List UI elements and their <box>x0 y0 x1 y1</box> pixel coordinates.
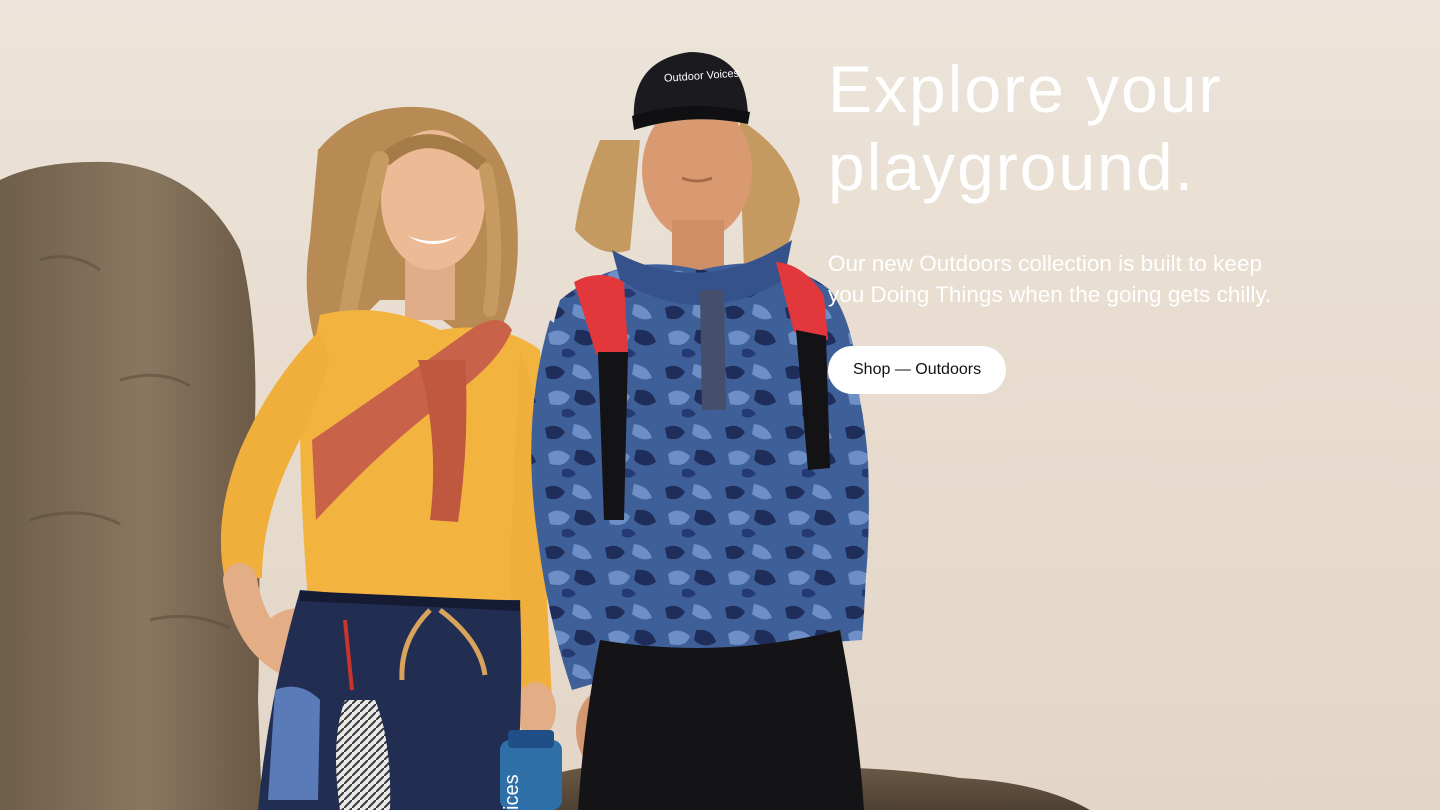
rock <box>0 161 262 810</box>
shop-outdoors-button[interactable]: Shop — Outdoors <box>828 346 1007 394</box>
man-figure: Outdoor Voices <box>531 52 869 810</box>
bottle-label: ices <box>501 774 523 810</box>
hero-subcopy: Our new Outdoors collection is built to … <box>828 248 1328 310</box>
headline-line-2: playground. <box>828 130 1195 204</box>
woman-figure: ices <box>220 106 562 810</box>
subcopy-line-2: you Doing Things when the going gets chi… <box>828 282 1272 307</box>
hero-banner: ices Outdoor Voices Explore your playgro… <box>0 0 1440 810</box>
black-cap: Outdoor Voices <box>632 52 750 130</box>
headline-line-1: Explore your <box>828 52 1223 126</box>
subcopy-line-1: Our new Outdoors collection is built to … <box>828 251 1262 276</box>
hero-headline: Explore your playground. <box>828 50 1388 206</box>
hero-copy: Explore your playground. Our new Outdoor… <box>828 50 1388 394</box>
